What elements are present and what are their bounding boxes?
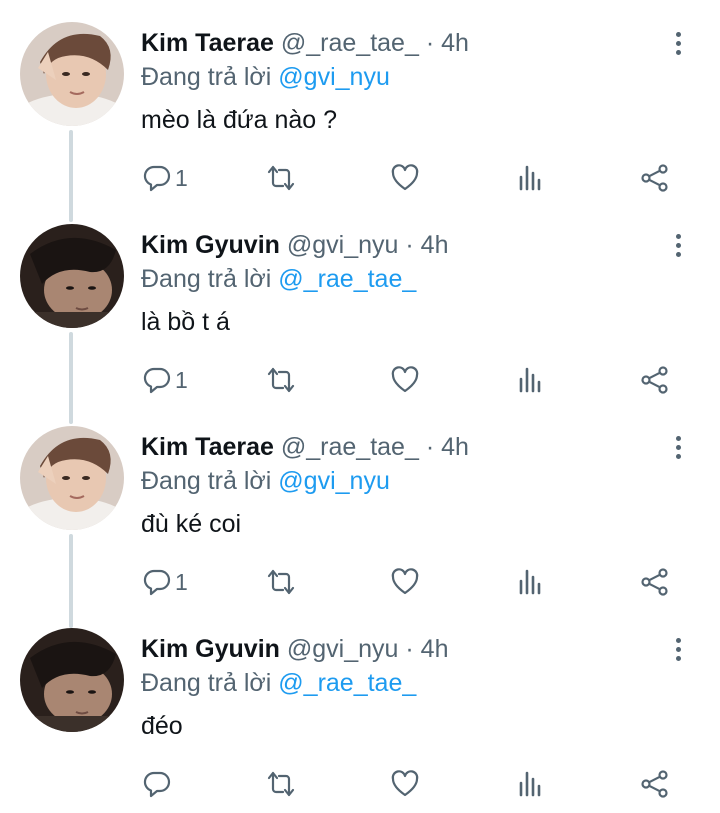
heart-icon: [391, 366, 419, 393]
share-icon: [641, 164, 668, 192]
replying-to: Đang trả lời @_rae_tae_: [141, 264, 416, 294]
tweet-text: mèo là đứa nào ?: [141, 106, 338, 134]
bar-chart-icon: [519, 771, 541, 797]
replying-to-label: Đang trả lời: [141, 669, 272, 697]
mention-link[interactable]: @_rae_tae_: [278, 265, 416, 293]
display-name[interactable]: Kim Taerae: [141, 29, 274, 57]
action-bar: 1: [0, 562, 720, 602]
action-bar: 1: [0, 360, 720, 400]
bar-chart-icon: [519, 367, 541, 393]
tweet-text: là bồ t á: [141, 308, 230, 336]
share-button[interactable]: [640, 158, 670, 198]
reply-button[interactable]: 1: [142, 360, 188, 400]
share-icon: [641, 568, 668, 596]
replying-to-label: Đang trả lời: [141, 63, 272, 91]
mention-link[interactable]: @gvi_nyu: [278, 63, 390, 91]
tweet[interactable]: Kim Taerae @_rae_tae_ · 4h Đang trả lời …: [0, 0, 720, 202]
like-button[interactable]: [390, 562, 420, 602]
replying-to-label: Đang trả lời: [141, 467, 272, 495]
more-vertical-icon[interactable]: [668, 432, 688, 462]
retweet-icon: [267, 771, 295, 797]
separator-dot: ·: [405, 635, 414, 663]
tweet-text: đù ké coi: [141, 510, 242, 538]
mention-link[interactable]: @gvi_nyu: [278, 467, 390, 495]
retweet-icon: [267, 367, 295, 393]
share-icon: [641, 366, 668, 394]
action-bar: [0, 764, 720, 804]
tweet[interactable]: Kim Gyuvin @gvi_nyu · 4h Đang trả lời @_…: [0, 202, 720, 404]
share-button[interactable]: [640, 562, 670, 602]
separator-dot: ·: [425, 433, 435, 461]
share-icon: [641, 770, 668, 798]
display-name[interactable]: Kim Gyuvin: [141, 231, 280, 259]
reply-icon: [143, 367, 171, 394]
bar-chart-icon: [519, 569, 541, 595]
separator-dot: ·: [405, 231, 414, 259]
views-button[interactable]: [516, 158, 546, 198]
more-vertical-icon[interactable]: [668, 230, 688, 260]
tweet-text: đéo: [141, 712, 183, 740]
retweet-button[interactable]: [266, 764, 296, 804]
tweet-header: Kim Gyuvin @gvi_nyu · 4h: [141, 230, 448, 260]
bar-chart-icon: [519, 165, 541, 191]
share-button[interactable]: [640, 764, 670, 804]
reply-button[interactable]: [142, 764, 175, 804]
user-handle[interactable]: @_rae_tae_: [281, 29, 419, 57]
reply-icon: [143, 771, 171, 798]
like-button[interactable]: [390, 158, 420, 198]
replying-to: Đang trả lời @gvi_nyu: [141, 62, 390, 92]
reply-icon: [143, 569, 171, 596]
display-name[interactable]: Kim Taerae: [141, 433, 274, 461]
tweet-header: Kim Taerae @_rae_tae_ · 4h: [141, 432, 469, 462]
retweet-icon: [267, 165, 295, 191]
more-vertical-icon[interactable]: [668, 28, 688, 58]
user-handle[interactable]: @gvi_nyu: [287, 635, 399, 663]
reply-count: 1: [175, 164, 188, 191]
user-handle[interactable]: @_rae_tae_: [281, 433, 419, 461]
avatar[interactable]: [20, 628, 124, 732]
replying-to: Đang trả lời @gvi_nyu: [141, 466, 390, 496]
reply-count: 1: [175, 568, 188, 595]
mention-link[interactable]: @_rae_tae_: [278, 669, 416, 697]
views-button[interactable]: [516, 764, 546, 804]
display-name[interactable]: Kim Gyuvin: [141, 635, 280, 663]
heart-icon: [391, 164, 419, 191]
timestamp[interactable]: 4h: [421, 231, 449, 259]
reply-button[interactable]: 1: [142, 562, 188, 602]
heart-icon: [391, 568, 419, 595]
reply-count: 1: [175, 366, 188, 393]
share-button[interactable]: [640, 360, 670, 400]
tweet[interactable]: Kim Taerae @_rae_tae_ · 4h Đang trả lời …: [0, 404, 720, 606]
user-handle[interactable]: @gvi_nyu: [287, 231, 399, 259]
views-button[interactable]: [516, 562, 546, 602]
timestamp[interactable]: 4h: [441, 433, 469, 461]
retweet-button[interactable]: [266, 158, 296, 198]
like-button[interactable]: [390, 764, 420, 804]
reply-button[interactable]: 1: [142, 158, 188, 198]
heart-icon: [391, 770, 419, 797]
timestamp[interactable]: 4h: [421, 635, 449, 663]
tweet-header: Kim Gyuvin @gvi_nyu · 4h: [141, 634, 448, 664]
tweet[interactable]: Kim Gyuvin @gvi_nyu · 4h Đang trả lời @_…: [0, 606, 720, 808]
retweet-icon: [267, 569, 295, 595]
replying-to: Đang trả lời @_rae_tae_: [141, 668, 416, 698]
tweet-header: Kim Taerae @_rae_tae_ · 4h: [141, 28, 469, 58]
more-vertical-icon[interactable]: [668, 634, 688, 664]
views-button[interactable]: [516, 360, 546, 400]
avatar[interactable]: [20, 22, 124, 126]
replying-to-label: Đang trả lời: [141, 265, 272, 293]
retweet-button[interactable]: [266, 360, 296, 400]
like-button[interactable]: [390, 360, 420, 400]
separator-dot: ·: [425, 29, 435, 57]
avatar[interactable]: [20, 224, 124, 328]
timestamp[interactable]: 4h: [441, 29, 469, 57]
retweet-button[interactable]: [266, 562, 296, 602]
reply-icon: [143, 165, 171, 192]
avatar[interactable]: [20, 426, 124, 530]
action-bar: 1: [0, 158, 720, 198]
